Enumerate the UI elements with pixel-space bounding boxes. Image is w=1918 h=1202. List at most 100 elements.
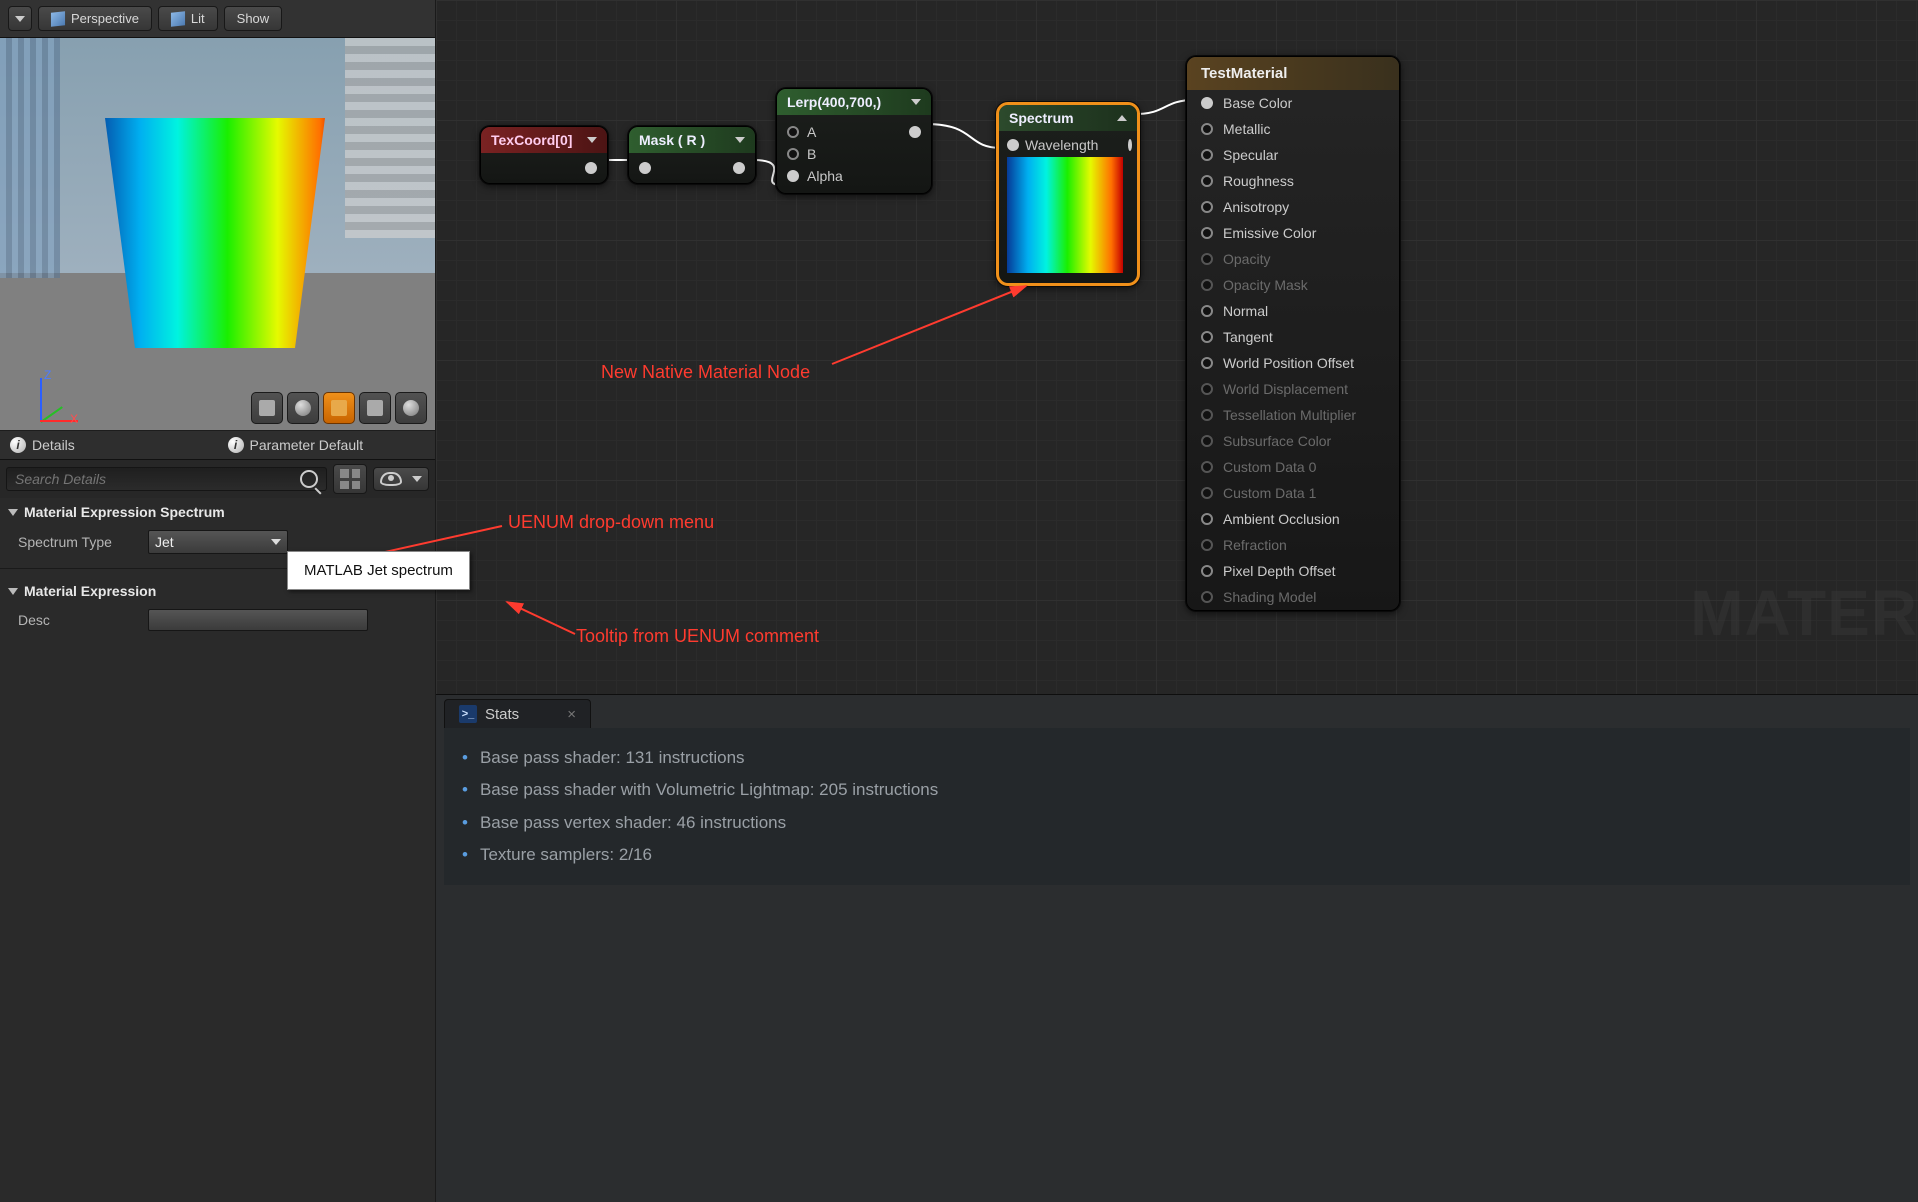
pin-label: Tessellation Multiplier (1223, 407, 1356, 423)
pin-out[interactable] (733, 162, 745, 174)
pin-alpha[interactable] (787, 170, 799, 182)
node-texcoord[interactable]: TexCoord[0] (480, 126, 608, 184)
pin-icon[interactable] (1201, 331, 1213, 343)
viewport-toolbar: Perspective Lit Show (0, 0, 435, 38)
pin-out[interactable] (1128, 139, 1132, 151)
output-pin-row[interactable]: Roughness (1187, 168, 1399, 194)
pin-icon[interactable] (1201, 357, 1213, 369)
stats-line: •Base pass shader with Volumetric Lightm… (462, 774, 1892, 806)
show-button[interactable]: Show (224, 6, 283, 31)
output-pin-row[interactable]: Subsurface Color (1187, 428, 1399, 454)
perspective-button[interactable]: Perspective (38, 6, 152, 31)
spectrum-input: Wavelength (1025, 137, 1098, 153)
output-pin-row[interactable]: Custom Data 0 (1187, 454, 1399, 480)
output-pin-row[interactable]: Metallic (1187, 116, 1399, 142)
output-pin-row[interactable]: Ambient Occlusion (1187, 506, 1399, 532)
pin-out[interactable] (909, 126, 921, 138)
property-matrix-button[interactable] (333, 464, 367, 494)
output-pin-row[interactable]: World Displacement (1187, 376, 1399, 402)
tab-details[interactable]: i Details (0, 431, 218, 459)
search-input[interactable] (15, 471, 300, 487)
node-lerp[interactable]: Lerp(400,700,) A B Alpha (776, 88, 932, 194)
output-pin-row[interactable]: World Position Offset (1187, 350, 1399, 376)
pin-icon[interactable] (1201, 461, 1213, 473)
pin-icon[interactable] (1201, 149, 1213, 161)
output-pin-row[interactable]: Opacity Mask (1187, 272, 1399, 298)
shape-cube-button[interactable] (359, 392, 391, 424)
node-mask-title: Mask ( R ) (629, 127, 755, 153)
arrow-tooltip (501, 598, 581, 638)
view-options-button[interactable] (373, 467, 429, 491)
pin-icon[interactable] (1201, 409, 1213, 421)
pin-icon[interactable] (1201, 123, 1213, 135)
material-graph[interactable]: TexCoord[0] Mask ( R ) Lerp(400,700,) A … (436, 0, 1918, 694)
node-output[interactable]: TestMaterial Base ColorMetallicSpecular R… (1186, 56, 1400, 611)
pin-icon[interactable] (1201, 227, 1213, 239)
chevron-down-icon (271, 539, 281, 545)
details-label: Details (32, 437, 75, 453)
shape-plane-button[interactable] (323, 392, 355, 424)
pin-icon[interactable] (1201, 539, 1213, 551)
pin-icon[interactable] (1201, 253, 1213, 265)
pin-icon[interactable] (1201, 97, 1213, 109)
output-title-bar: TestMaterial (1187, 57, 1399, 90)
output-pin-row[interactable]: Pixel Depth Offset (1187, 558, 1399, 584)
node-spectrum[interactable]: Spectrum Wavelength (996, 102, 1140, 286)
pin-icon[interactable] (1201, 305, 1213, 317)
output-pin-row[interactable]: Specular (1187, 142, 1399, 168)
output-pin-row[interactable]: Custom Data 1 (1187, 480, 1399, 506)
preview-mesh (90, 118, 340, 348)
pin-icon[interactable] (1201, 513, 1213, 525)
pin-icon[interactable] (1201, 487, 1213, 499)
output-pin-row[interactable]: Normal (1187, 298, 1399, 324)
pin-label: Tangent (1223, 329, 1273, 345)
output-pin-row[interactable]: Shading Model (1187, 584, 1399, 610)
desc-input[interactable] (148, 609, 368, 631)
output-pin-row[interactable]: Tessellation Multiplier (1187, 402, 1399, 428)
pin-wavelength[interactable] (1007, 139, 1019, 151)
info-icon: i (228, 437, 244, 453)
viewport[interactable]: Z X (0, 38, 435, 430)
pin-icon[interactable] (1201, 591, 1213, 603)
pin-icon[interactable] (1201, 565, 1213, 577)
annotation-enum: UENUM drop-down menu (508, 512, 714, 533)
spectrum-type-combo[interactable]: Jet MATLAB Jet spectrum (148, 530, 288, 554)
stats-body: •Base pass shader: 131 instructions•Base… (444, 728, 1910, 885)
pin-a[interactable] (787, 126, 799, 138)
section-spectrum-title: Material Expression Spectrum (24, 504, 225, 520)
shape-teapot-button[interactable] (395, 392, 427, 424)
pin-label: Anisotropy (1223, 199, 1289, 215)
pin-out[interactable] (585, 162, 597, 174)
pin-icon[interactable] (1201, 383, 1213, 395)
collapse-icon (1117, 115, 1127, 121)
output-pin-row[interactable]: Emissive Color (1187, 220, 1399, 246)
output-pin-row[interactable]: Anisotropy (1187, 194, 1399, 220)
section-spectrum-header[interactable]: Material Expression Spectrum (0, 498, 435, 524)
pin-icon[interactable] (1201, 435, 1213, 447)
pin-icon[interactable] (1201, 279, 1213, 291)
pin-label: Roughness (1223, 173, 1294, 189)
output-pin-row[interactable]: Opacity (1187, 246, 1399, 272)
stats-tab[interactable]: >_ Stats × (444, 699, 591, 728)
show-label: Show (237, 11, 270, 26)
lerp-b: B (807, 146, 816, 162)
background-building (0, 38, 60, 278)
lit-button[interactable]: Lit (158, 6, 218, 31)
output-pin-row[interactable]: Base Color (1187, 90, 1399, 116)
output-pin-row[interactable]: Refraction (1187, 532, 1399, 558)
shape-cylinder-button[interactable] (251, 392, 283, 424)
node-mask[interactable]: Mask ( R ) (628, 126, 756, 184)
output-pin-row[interactable]: Tangent (1187, 324, 1399, 350)
annotation-tooltip: Tooltip from UENUM comment (576, 626, 819, 647)
pin-icon[interactable] (1201, 175, 1213, 187)
tab-param-default[interactable]: i Parameter Default (218, 431, 436, 459)
pin-icon[interactable] (1201, 201, 1213, 213)
pin-b[interactable] (787, 148, 799, 160)
output-pin-list: Base ColorMetallicSpecular Roughness Aniso… (1187, 90, 1399, 610)
node-lerp-title: Lerp(400,700,) (777, 89, 931, 115)
watermark: MATER (1690, 576, 1918, 650)
pin-in[interactable] (639, 162, 651, 174)
shape-sphere-button[interactable] (287, 392, 319, 424)
viewport-options-button[interactable] (8, 6, 32, 31)
close-icon[interactable]: × (567, 706, 576, 723)
